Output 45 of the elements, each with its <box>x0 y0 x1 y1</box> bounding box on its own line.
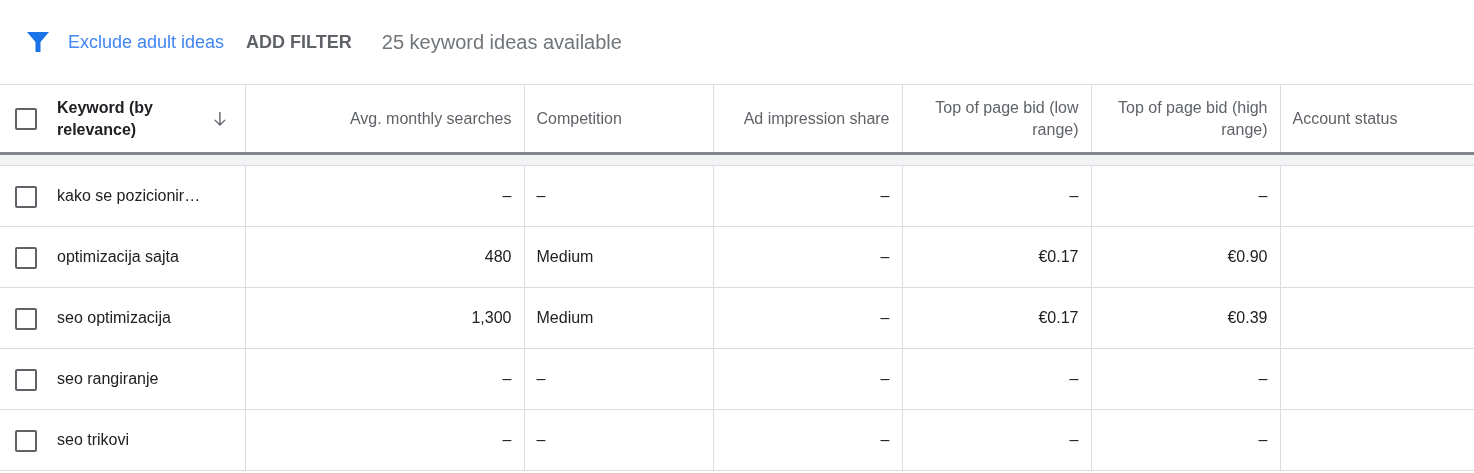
table-cell: – <box>713 226 902 288</box>
exclude-adult-link[interactable]: Exclude adult ideas <box>68 28 225 56</box>
table-cell: Medium <box>524 287 713 349</box>
column-header[interactable]: Keyword (by relevance) <box>57 96 213 141</box>
table-cell: – <box>713 287 902 349</box>
checkbox[interactable] <box>15 429 37 452</box>
keyword-cell: kako se pozicionir… <box>55 165 245 227</box>
filter-icon[interactable] <box>26 30 50 54</box>
table-cell: 1,300 <box>245 287 524 349</box>
ideas-count: 25 keyword ideas available <box>381 30 622 55</box>
table-cell: – <box>1091 409 1280 471</box>
table-cell: Medium <box>524 226 713 288</box>
table-cell: 480 <box>245 226 524 288</box>
table-cell: – <box>1091 165 1280 227</box>
table-cell: – <box>1091 348 1280 410</box>
sort-arrow-icon[interactable] <box>212 109 227 128</box>
table-cell: – <box>245 165 524 227</box>
keyword-cell: optimizacija sajta <box>55 226 245 288</box>
keyword-cell: seo optimizacija <box>55 287 245 349</box>
checkbox[interactable] <box>15 246 37 269</box>
table-cell: €0.39 <box>1091 287 1280 349</box>
table-cell: – <box>902 165 1091 227</box>
column-header[interactable]: Account status <box>1292 107 1398 130</box>
table-cell: – <box>713 348 902 410</box>
keyword-cell: seo trikovi <box>55 409 245 471</box>
table-cell: €0.17 <box>902 287 1091 349</box>
table-cell: – <box>713 409 902 471</box>
column-header[interactable]: Avg. monthly searches <box>349 107 512 130</box>
table-cell: – <box>524 348 713 410</box>
checkbox[interactable] <box>15 185 37 208</box>
keyword-cell: seo rangiranje <box>55 348 245 410</box>
table-cell: – <box>524 409 713 471</box>
checkbox[interactable] <box>15 307 37 330</box>
table-cell: – <box>902 348 1091 410</box>
checkbox[interactable] <box>15 368 37 391</box>
table-cell: – <box>245 348 524 410</box>
add-filter-button[interactable]: ADD FILTER <box>246 28 352 56</box>
table-cell: €0.17 <box>902 226 1091 288</box>
table-cell: – <box>713 165 902 227</box>
table-cell: – <box>245 409 524 471</box>
column-header[interactable]: Competition <box>536 107 622 130</box>
table-cell: – <box>902 409 1091 471</box>
checkbox[interactable] <box>15 107 37 130</box>
table-cell: €0.90 <box>1091 226 1280 288</box>
table-cell: – <box>524 165 713 227</box>
